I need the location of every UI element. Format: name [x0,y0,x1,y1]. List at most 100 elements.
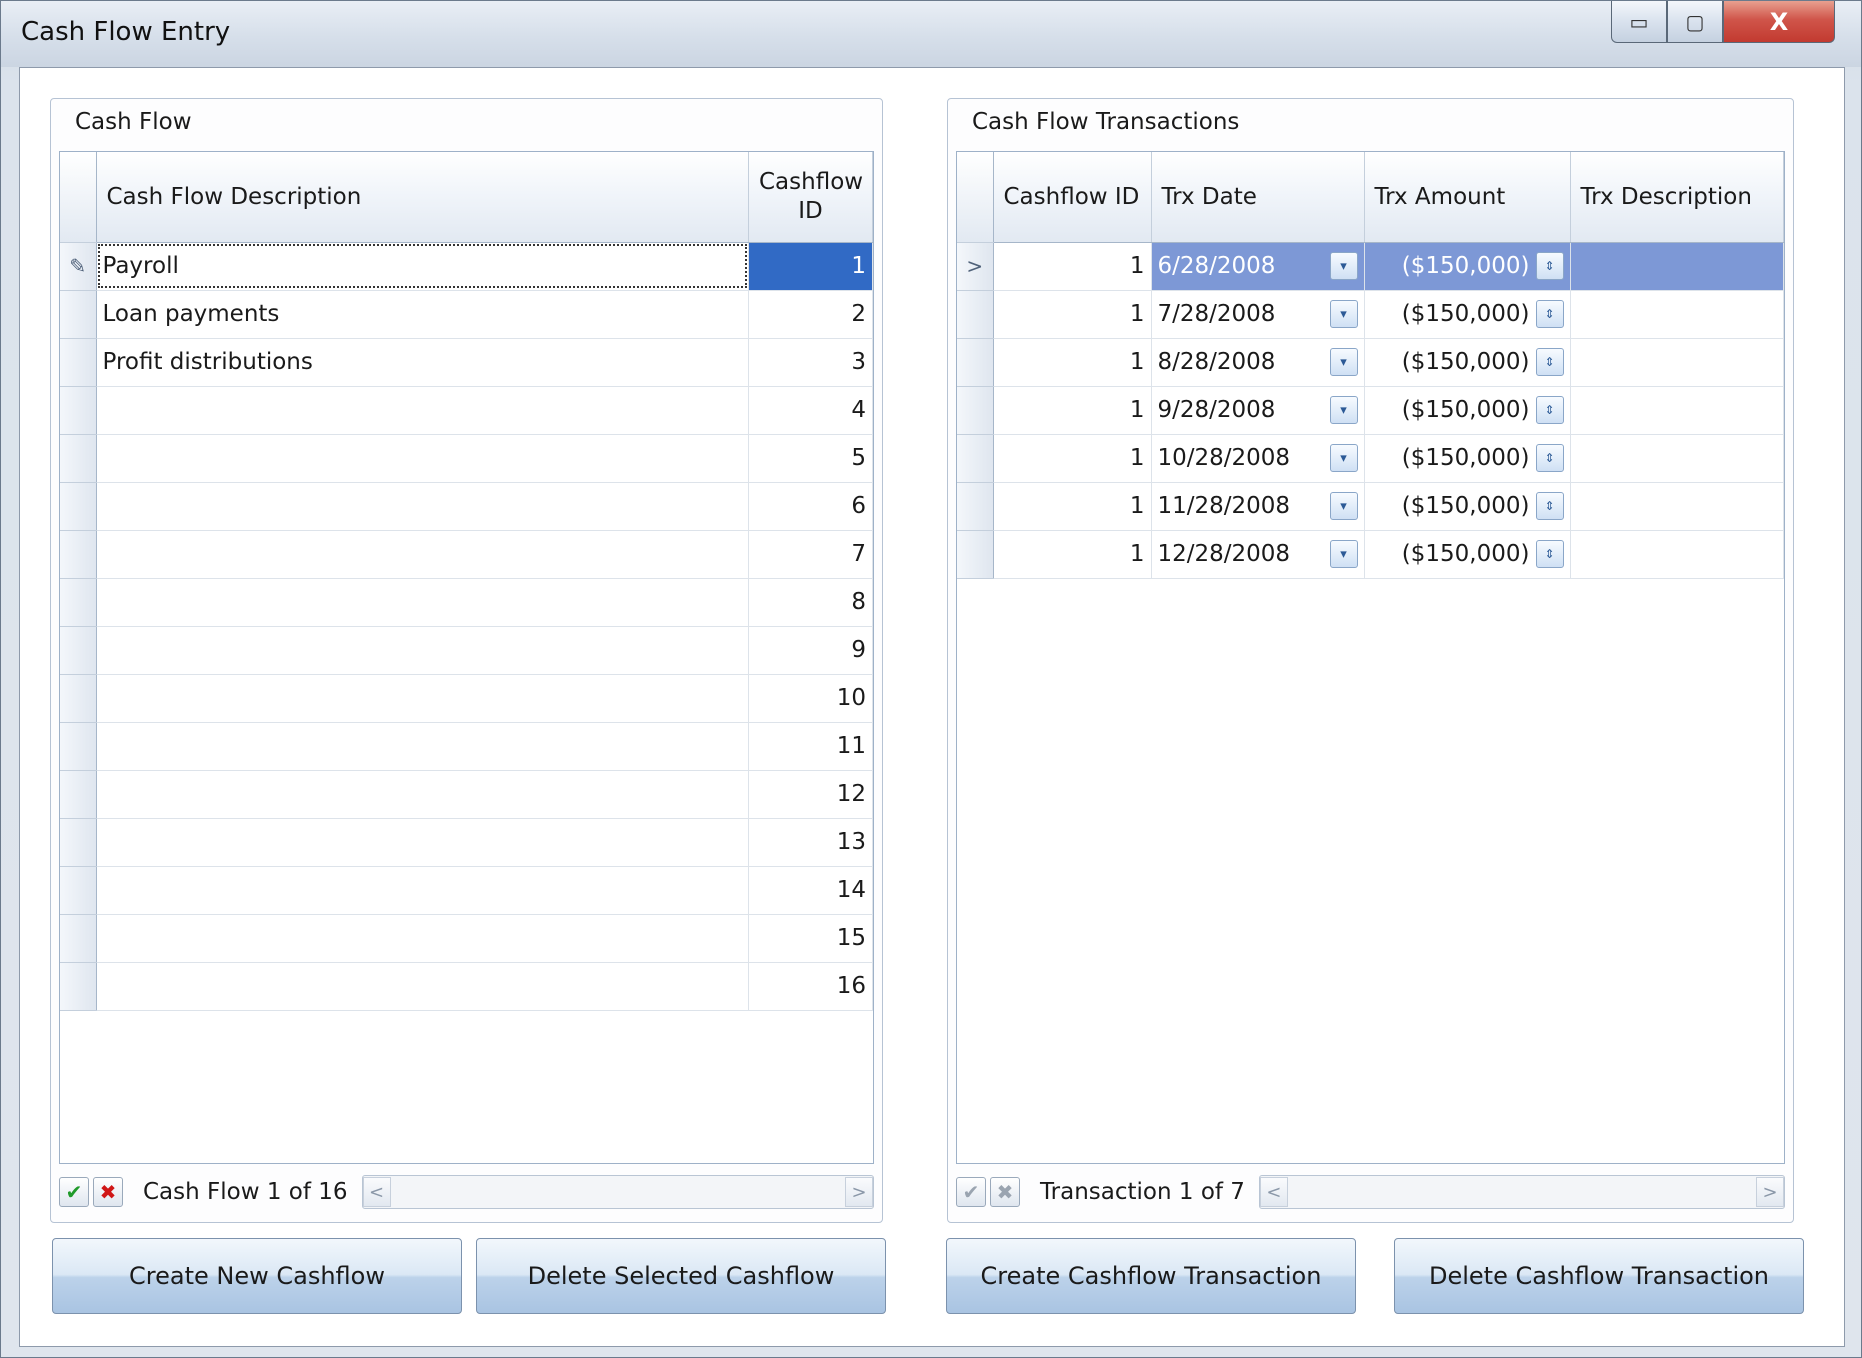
table-row[interactable]: 1 12/28/2008 ▾ ($150,000) ⇕ [957,530,1784,579]
maximize-button[interactable]: ▢ [1667,1,1723,43]
row-selector[interactable] [957,530,994,579]
trx-date-cell[interactable]: 11/28/2008 ▾ [1151,482,1365,531]
minimize-button[interactable]: ▭ [1611,1,1667,43]
table-row[interactable]: 1 7/28/2008 ▾ ($150,000) ⇕ [957,290,1784,339]
trx-description-cell[interactable] [1570,338,1784,387]
cashflow-id-cell[interactable]: 11 [748,722,873,771]
row-selector[interactable] [60,914,97,963]
chevron-down-icon[interactable]: ▾ [1329,348,1358,376]
row-selector[interactable] [60,818,97,867]
row-selector[interactable]: > [957,242,994,291]
cash-flow-description-cell[interactable] [96,914,749,963]
spinner-icon[interactable]: ⇕ [1535,396,1564,424]
trx-description-cell[interactable] [1570,386,1784,435]
row-selector[interactable] [957,338,994,387]
trx-cashflow-id-cell[interactable]: 1 [993,530,1152,579]
cash-flow-description-cell[interactable] [96,722,749,771]
cash-flow-description-cell[interactable] [96,482,749,531]
cash-flow-description-cell[interactable] [96,578,749,627]
chevron-down-icon[interactable]: ▾ [1329,540,1358,568]
spinner-icon[interactable]: ⇕ [1535,300,1564,328]
transactions-grid[interactable]: Cashflow ID Trx Date Trx Amount Trx Desc… [956,151,1785,1164]
cashflow-id-cell[interactable]: 9 [748,626,873,675]
table-row[interactable]: Loan payments 2 [60,290,873,339]
chevron-down-icon[interactable]: ▾ [1329,252,1358,280]
scroll-left-icon[interactable]: < [362,1177,391,1207]
spinner-icon[interactable]: ⇕ [1535,444,1564,472]
column-header-trx-date[interactable]: Trx Date [1151,152,1365,243]
cashflow-id-cell[interactable]: 10 [748,674,873,723]
trx-description-cell[interactable] [1570,290,1784,339]
cash-flow-horizontal-scrollbar[interactable]: < > [361,1175,874,1209]
row-selector[interactable] [60,770,97,819]
cashflow-id-cell[interactable]: 12 [748,770,873,819]
row-selector[interactable] [60,626,97,675]
trx-cashflow-id-cell[interactable]: 1 [993,386,1152,435]
chevron-down-icon[interactable]: ▾ [1329,396,1358,424]
table-row[interactable]: 4 [60,386,873,435]
table-row[interactable]: ✎ Payroll 1 [60,242,873,291]
row-selector[interactable] [957,290,994,339]
cashflow-id-cell[interactable]: 1 [748,242,873,291]
row-selector[interactable] [60,866,97,915]
accept-icon[interactable]: ✔ [59,1177,89,1207]
cashflow-id-cell[interactable]: 13 [748,818,873,867]
spinner-icon[interactable]: ⇕ [1535,540,1564,568]
spinner-icon[interactable]: ⇕ [1535,252,1564,280]
create-cashflow-transaction-button[interactable]: Create Cashflow Transaction [946,1238,1356,1314]
trx-date-cell[interactable]: 10/28/2008 ▾ [1151,434,1365,483]
table-row[interactable]: 8 [60,578,873,627]
row-selector[interactable] [957,386,994,435]
trx-date-cell[interactable]: 7/28/2008 ▾ [1151,290,1365,339]
row-selector[interactable] [60,722,97,771]
trx-amount-cell[interactable]: ($150,000) ⇕ [1364,482,1571,531]
row-selector[interactable] [60,482,97,531]
transactions-horizontal-scrollbar[interactable]: < > [1258,1175,1785,1209]
cash-flow-description-cell[interactable] [96,626,749,675]
table-row[interactable]: 6 [60,482,873,531]
table-row[interactable]: 1 8/28/2008 ▾ ($150,000) ⇕ [957,338,1784,387]
trx-description-cell[interactable] [1570,482,1784,531]
accept-icon[interactable]: ✔ [956,1177,986,1207]
row-selector[interactable] [60,386,97,435]
cash-flow-description-cell[interactable] [96,962,749,1011]
cash-flow-description-cell[interactable] [96,866,749,915]
trx-cashflow-id-cell[interactable]: 1 [993,290,1152,339]
cashflow-id-cell[interactable]: 4 [748,386,873,435]
row-selector[interactable] [60,338,97,387]
create-new-cashflow-button[interactable]: Create New Cashflow [52,1238,462,1314]
cashflow-id-cell[interactable]: 2 [748,290,873,339]
row-selector[interactable] [60,674,97,723]
trx-description-cell[interactable] [1570,242,1784,291]
row-selector[interactable] [60,530,97,579]
scroll-left-icon[interactable]: < [1259,1177,1288,1207]
chevron-down-icon[interactable]: ▾ [1329,444,1358,472]
close-button[interactable]: X [1723,1,1835,43]
table-row[interactable]: 11 [60,722,873,771]
trx-amount-cell[interactable]: ($150,000) ⇕ [1364,242,1571,291]
trx-date-cell[interactable]: 8/28/2008 ▾ [1151,338,1365,387]
cashflow-id-cell[interactable]: 6 [748,482,873,531]
column-header-trx-amount[interactable]: Trx Amount [1364,152,1571,243]
scroll-right-icon[interactable]: > [845,1177,873,1207]
table-row[interactable]: 1 10/28/2008 ▾ ($150,000) ⇕ [957,434,1784,483]
cash-flow-description-cell[interactable] [96,674,749,723]
column-header-cashflow-id[interactable]: Cashflow ID [748,152,873,243]
delete-selected-cashflow-button[interactable]: Delete Selected Cashflow [476,1238,886,1314]
cancel-icon[interactable]: ✖ [93,1177,123,1207]
table-row[interactable]: 15 [60,914,873,963]
chevron-down-icon[interactable]: ▾ [1329,300,1358,328]
table-row[interactable]: 7 [60,530,873,579]
row-selector[interactable] [60,290,97,339]
row-selector[interactable] [60,962,97,1011]
cashflow-id-cell[interactable]: 14 [748,866,873,915]
cash-flow-description-cell[interactable]: Payroll [96,242,749,291]
trx-date-cell[interactable]: 9/28/2008 ▾ [1151,386,1365,435]
trx-amount-cell[interactable]: ($150,000) ⇕ [1364,434,1571,483]
trx-description-cell[interactable] [1570,530,1784,579]
spinner-icon[interactable]: ⇕ [1535,348,1564,376]
trx-cashflow-id-cell[interactable]: 1 [993,242,1152,291]
cashflow-id-cell[interactable]: 15 [748,914,873,963]
trx-cashflow-id-cell[interactable]: 1 [993,482,1152,531]
cash-flow-description-cell[interactable] [96,818,749,867]
